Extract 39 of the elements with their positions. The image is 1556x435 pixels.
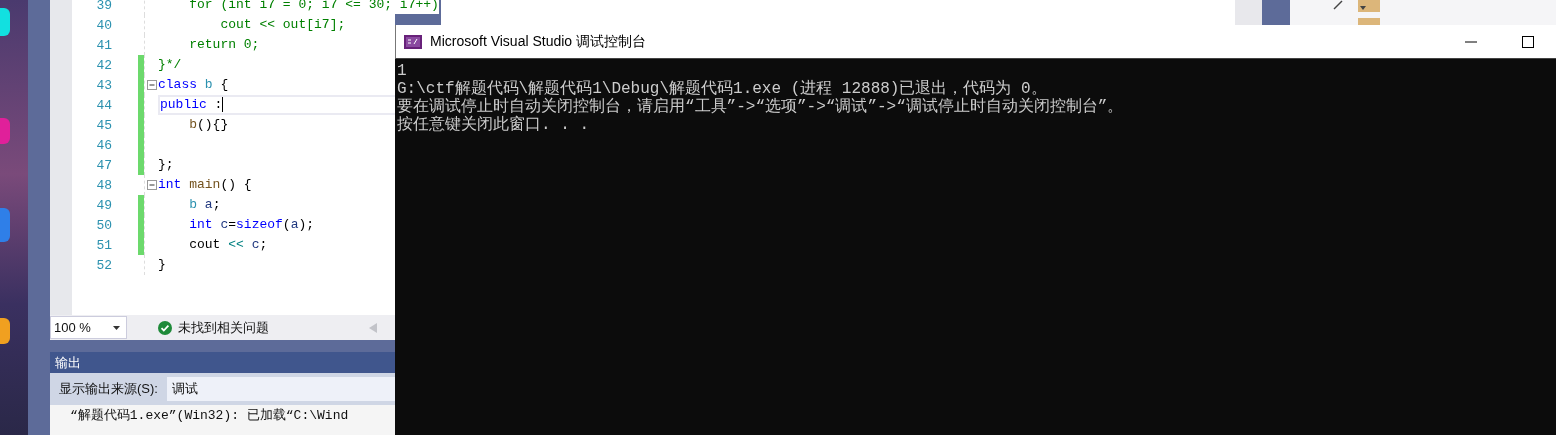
line-number: 48 (95, 177, 112, 193)
collapse-icon[interactable] (146, 180, 157, 190)
console-line: G:\ctf解题代码\解题代码1\Debug\解题代码1.exe (进程 12888)已退出，代码为 0。 (397, 80, 1048, 98)
line-number: 47 (95, 157, 112, 173)
line-number: 44 (95, 97, 112, 113)
source-dropdown[interactable]: 调试 (166, 377, 395, 401)
folder-icon (1358, 18, 1380, 25)
scroll-left-icon[interactable] (369, 322, 377, 333)
line-number: 39 (95, 0, 112, 13)
window-title: Microsoft Visual Studio 调试控制台 (430, 32, 647, 51)
line-number: 51 (95, 237, 112, 253)
collapse-icon[interactable] (146, 80, 157, 90)
caret-icon (113, 325, 120, 330)
line-number: 49 (95, 197, 112, 213)
line-number: 45 (95, 117, 112, 133)
line-number: 41 (95, 37, 112, 53)
maximize-button[interactable] (1521, 35, 1534, 48)
zoom-dropdown[interactable]: 100 % (50, 316, 127, 339)
check-icon (158, 320, 172, 335)
line-number: 46 (95, 137, 112, 153)
app-icon[interactable] (0, 8, 10, 36)
minimize-button[interactable] (1464, 40, 1477, 43)
line-number: 43 (95, 77, 112, 93)
line-number: 42 (95, 57, 112, 73)
console-line: 1 (397, 62, 408, 80)
expand-icon[interactable] (1333, 0, 1343, 10)
console-line: 要在调试停止时自动关闭控制台，请启用“工具”->“选项”->“调试”->“调试停止时自动关闭控制台”。 (397, 98, 1125, 116)
output-line: “解题代码1.exe”(Win32): 已加载“C:\Wind (70, 407, 350, 425)
console-line: 按任意键关闭此窗口. . . (397, 116, 590, 134)
vertical-scrollbar[interactable] (1235, 0, 1262, 25)
app-icon[interactable] (0, 318, 10, 344)
line-number: 50 (95, 217, 112, 233)
panel-title: 输出 (50, 352, 395, 373)
source-label: 显示输出来源(S): (59, 380, 158, 398)
folder-icon (1358, 0, 1380, 12)
issues-status: 未找到相关问题 (178, 318, 269, 337)
line-number: 40 (95, 17, 112, 33)
line-number: 52 (95, 257, 112, 273)
console-icon (404, 34, 422, 49)
